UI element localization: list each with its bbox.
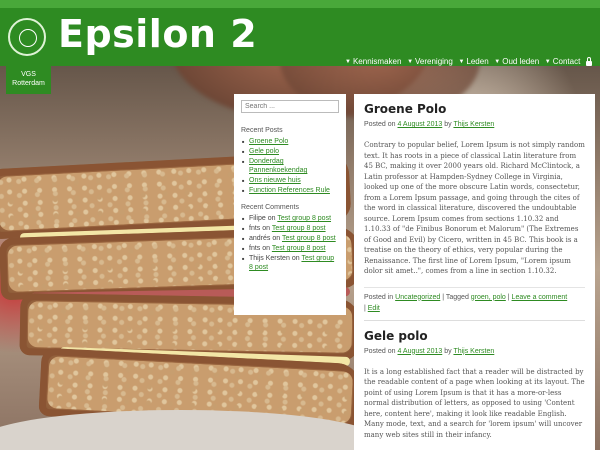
logo-text[interactable]: VGS Rotterdam [6,66,51,92]
nav-label: Kennismaken [352,57,402,66]
nav-item-oud-leden[interactable]: ▼ Oud leden [494,57,539,66]
comment-post-link[interactable]: Test group 8 post [277,215,331,222]
comment-author: fnts [249,245,261,252]
comment-on: on [272,235,281,242]
comment-author: fnts [249,225,261,232]
sidebar: Recent Posts Groene Polo Gele polo Donde… [234,94,346,315]
comment-author: Filipe [249,215,266,222]
comment-on: on [262,225,271,232]
logo-bar [6,90,51,94]
nav-item-vereniging[interactable]: ▼ Vereniging [407,57,453,66]
main-nav: ▼ Kennismaken ▼ Vereniging ▼ Leden ▼ Oud led… [345,56,592,66]
recent-post-item: Function References Rule [242,186,339,195]
posted-in-label: Posted in [364,293,394,301]
comment-author: Thijs Kersten [249,255,290,262]
header-stripe [0,0,600,8]
recent-comments-list: Filipe on Test group 8 post fnts on Test… [241,214,339,272]
logo-emblem-icon[interactable] [8,18,46,56]
caret-down-icon: ▼ [494,58,501,65]
leave-comment-link[interactable]: Leave a comment [512,294,568,301]
comment-post-link[interactable]: Test group 8 post [282,235,336,242]
comment-on: on [291,255,300,262]
recent-post-link[interactable]: Groene Polo [249,138,288,145]
recent-posts-list: Groene Polo Gele polo Donderdag Pannenko… [241,137,339,195]
meta-prefix: Posted on [364,121,396,128]
recent-comment-item: fnts on Test group 8 post [242,244,339,253]
recent-post-item: Gele polo [242,147,339,156]
post-author-link[interactable]: Thijs Kersten [453,348,494,355]
recent-post-link[interactable]: Donderdag Pannenkoekendag [249,158,307,174]
post-date-link[interactable]: 4 August 2013 [397,348,442,355]
post-meta: Posted on 4 August 2013 by Thijs Kersten [364,121,585,128]
post-author-link[interactable]: Thijs Kersten [453,121,494,128]
lock-icon [585,56,592,66]
post-date-link[interactable]: 4 August 2013 [397,121,442,128]
nav-label: Vereniging [415,57,453,66]
logo-emblem-inner [19,29,37,47]
post-article: Gele polo Posted on 4 August 2013 by Thi… [354,321,595,450]
nav-label: Leden [466,57,489,66]
comment-on: on [262,245,271,252]
recent-comment-item: andrés on Test group 8 post [242,234,339,243]
comment-post-link[interactable]: Test group 8 post [272,245,326,252]
caret-down-icon: ▼ [544,58,551,65]
category-link[interactable]: Uncategorized [395,294,440,301]
comment-on: on [267,215,276,222]
comment-author: andrés [249,235,271,242]
search-input[interactable] [241,100,339,113]
post-meta: Posted on 4 August 2013 by Thijs Kersten [364,348,585,355]
post-title[interactable]: Groene Polo [364,102,585,116]
recent-comment-item: fnts on Test group 8 post [242,224,339,233]
nav-label: Oud leden [502,57,540,66]
recent-comments-title: Recent Comments [241,204,299,211]
recent-post-item: Ons nieuwe huis [242,176,339,185]
post-body: Contrary to popular belief, Lorem Ipsum … [364,141,585,275]
recent-post-link[interactable]: Ons nieuwe huis [249,177,301,184]
post-title[interactable]: Gele polo [364,329,585,343]
meta-prefix: Posted on [364,347,396,355]
comment-post-link[interactable]: Test group 8 post [272,225,326,232]
main-content: Groene Polo Posted on 4 August 2013 by T… [354,94,595,450]
post-article: Groene Polo Posted on 4 August 2013 by T… [354,94,595,320]
recent-posts-title: Recent Posts [241,127,283,134]
nav-item-contact[interactable]: ▼ Contact [545,57,581,66]
recent-post-item: Donderdag Pannenkoekendag [242,157,339,175]
post-footer: Posted in Uncategorized | Tagged groen, … [364,286,585,314]
tagged-label: Tagged [445,293,469,301]
site-title[interactable]: Epsilon 2 [58,12,257,56]
edit-link[interactable]: Edit [368,305,380,312]
nav-login[interactable] [585,56,592,66]
caret-down-icon: ▼ [345,58,351,65]
recent-post-item: Groene Polo [242,137,339,146]
caret-down-icon: ▼ [407,58,414,65]
recent-comment-item: Filipe on Test group 8 post [242,214,339,223]
meta-by: by [444,347,452,355]
recent-post-link[interactable]: Function References Rule [249,187,330,194]
meta-by: by [444,121,452,128]
post-body: It is a long established fact that a rea… [364,367,585,439]
nav-label: Contact [552,57,581,66]
recent-comment-item: Thijs Kersten on Test group 8 post [242,254,339,272]
recent-post-link[interactable]: Gele polo [249,148,279,155]
caret-down-icon: ▼ [458,58,465,65]
nav-item-leden[interactable]: ▼ Leden [458,57,488,66]
tags-link[interactable]: groen, polo [471,294,506,301]
nav-item-kennismaken[interactable]: ▼ Kennismaken [345,57,401,66]
